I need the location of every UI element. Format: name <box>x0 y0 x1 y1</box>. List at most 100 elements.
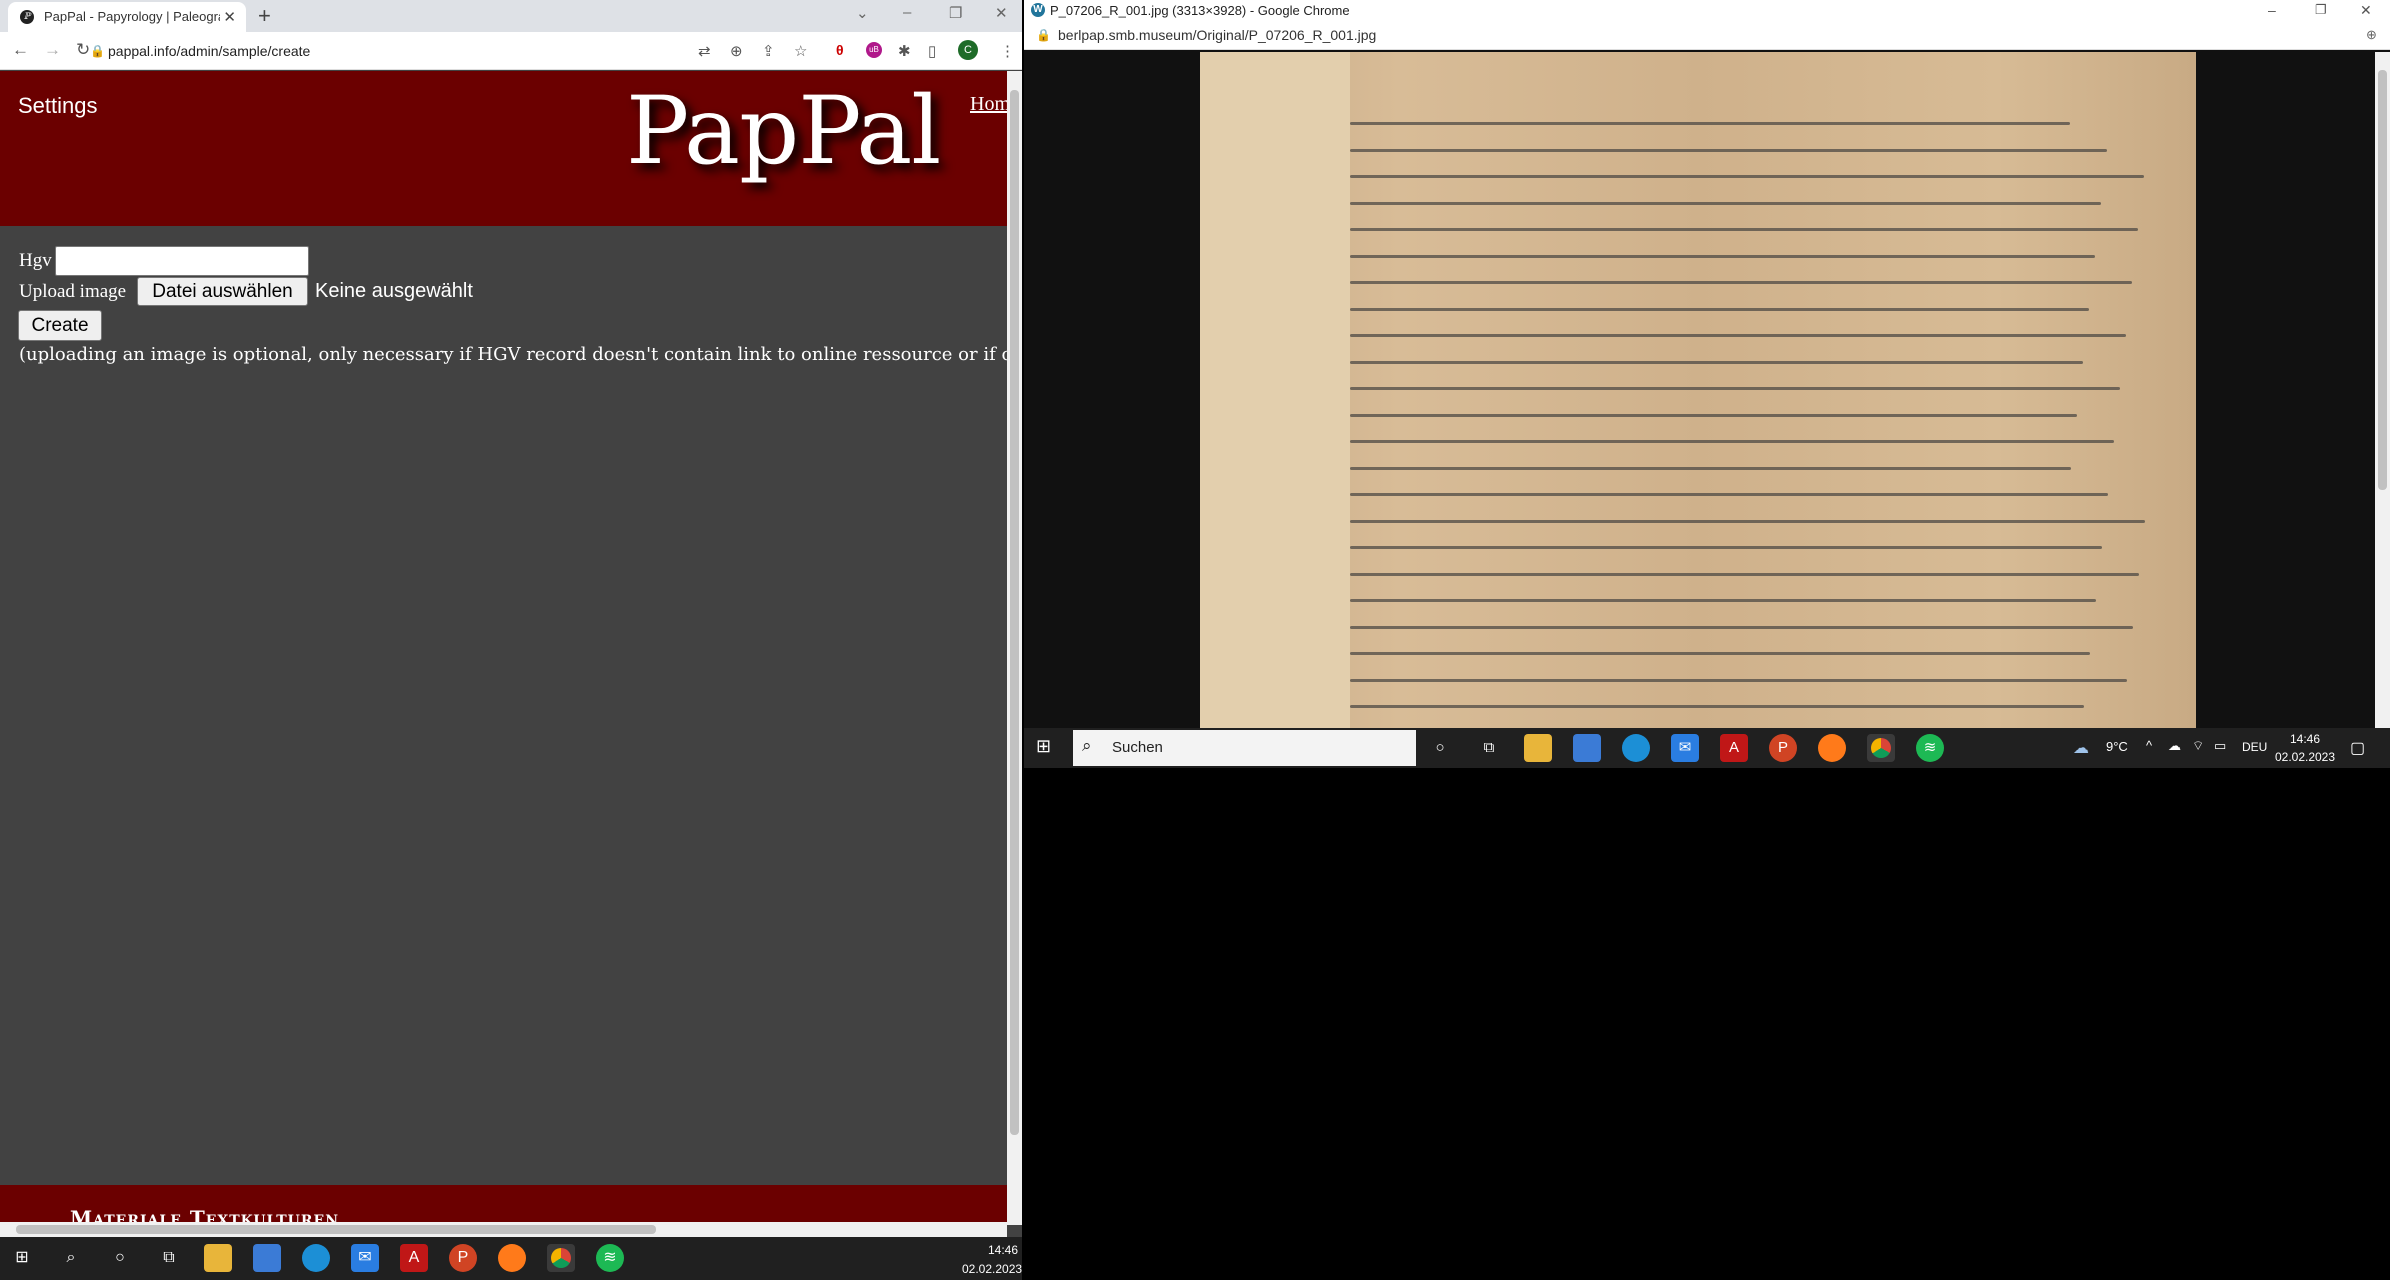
right-explorer-icon[interactable] <box>1524 734 1552 762</box>
papyrus-left-margin <box>1200 52 1350 728</box>
upload-image-label: Upload image <box>19 281 127 302</box>
right-firefox-icon[interactable] <box>1818 734 1846 762</box>
right-lock-icon: 🔒 <box>1036 28 1051 42</box>
menu-icon[interactable]: ⋮ <box>1000 42 1015 60</box>
script-line <box>1350 519 2145 523</box>
script-line <box>1350 705 2084 708</box>
right-url[interactable]: berlpap.smb.museum/Original/P_07206_R_00… <box>1058 27 1376 43</box>
search-icon[interactable]: ⌕ <box>57 1244 85 1272</box>
hgv-input[interactable] <box>55 246 309 276</box>
browser-tab[interactable]: ℙ PapPal - Papyrology | Paleograph ✕ <box>8 2 246 32</box>
script-line <box>1350 254 2095 258</box>
clock-date[interactable]: 02.02.2023 <box>962 1262 1022 1276</box>
create-button[interactable]: Create <box>18 310 102 341</box>
tab-title: PapPal - Papyrology | Paleograph <box>44 9 220 24</box>
minimize-icon[interactable]: – <box>903 4 911 21</box>
script-line <box>1350 281 2132 284</box>
file-status: Keine ausgewählt <box>315 280 473 302</box>
script-line <box>1350 599 2096 602</box>
horizontal-scroll-thumb[interactable] <box>16 1225 656 1234</box>
profile-avatar[interactable]: C <box>958 40 978 60</box>
right-edge-icon[interactable] <box>1622 734 1650 762</box>
right-minimize-icon[interactable]: – <box>2268 2 2276 18</box>
script-line <box>1350 440 2114 443</box>
share-icon[interactable]: ⇪ <box>762 42 775 60</box>
cortana-icon[interactable]: ○ <box>106 1244 134 1272</box>
powerpoint-icon[interactable]: P <box>449 1244 477 1272</box>
papyrus-image[interactable] <box>1200 52 2196 728</box>
translate-icon[interactable]: ⇄ <box>698 42 711 60</box>
tab-search-icon[interactable]: ⌄ <box>856 4 869 22</box>
chrome-icon[interactable] <box>547 1244 575 1272</box>
forward-icon[interactable]: → <box>44 40 61 60</box>
reload-icon[interactable]: ↻ <box>76 40 90 60</box>
right-restore-icon[interactable]: ❐ <box>2315 2 2327 18</box>
tray-battery-icon[interactable]: ▭ <box>2214 738 2226 754</box>
star-icon[interactable]: ☆ <box>794 42 807 60</box>
script-line <box>1350 201 2101 205</box>
tab-close-icon[interactable]: ✕ <box>223 8 236 26</box>
extension-red-icon[interactable]: θ <box>836 42 850 58</box>
address-bar[interactable]: pappal.info/admin/sample/create <box>108 43 310 59</box>
home-link[interactable]: Home <box>970 93 1007 116</box>
language-indicator[interactable]: DEU <box>2242 740 2267 754</box>
script-line <box>1350 466 2071 470</box>
script-line <box>1350 360 2083 364</box>
right-zoom-icon[interactable]: ⊕ <box>2366 27 2377 43</box>
ms-store-icon[interactable] <box>253 1244 281 1272</box>
script-line <box>1350 307 2089 311</box>
right-acrobat-icon[interactable]: A <box>1720 734 1748 762</box>
clock-time[interactable]: 14:46 <box>962 1243 1018 1257</box>
restore-icon[interactable]: ❐ <box>949 4 962 22</box>
sidepanel-icon[interactable]: ▯ <box>928 42 936 60</box>
right-spotify-icon[interactable]: ≋ <box>1916 734 1944 762</box>
script-line <box>1350 228 2138 231</box>
lock-icon: 🔒 <box>90 44 105 58</box>
right-cortana-icon[interactable]: ○ <box>1426 734 1454 762</box>
tray-onedrive-icon[interactable]: ☁ <box>2168 738 2181 754</box>
script-line <box>1350 175 2144 178</box>
mail-icon[interactable]: ✉ <box>351 1244 379 1272</box>
right-store-icon[interactable] <box>1573 734 1601 762</box>
close-window-icon[interactable]: ✕ <box>995 4 1008 22</box>
page-content: Settings PapPal Home Hgv Upload image Da… <box>0 71 1007 1225</box>
script-line <box>1350 334 2126 337</box>
notification-icon[interactable]: ▢ <box>2350 738 2365 758</box>
script-line <box>1350 148 2107 152</box>
right-close-icon[interactable]: ✕ <box>2360 2 2372 19</box>
right-task-view-icon[interactable]: ⧉ <box>1475 734 1503 762</box>
right-clock-time[interactable]: 14:46 <box>2270 732 2340 746</box>
tray-wifi-icon[interactable]: ⌔ <box>2192 738 2204 754</box>
hgv-label: Hgv <box>19 250 52 271</box>
spotify-icon[interactable]: ≋ <box>596 1244 624 1272</box>
right-start-icon[interactable]: ⊞ <box>1036 736 1051 757</box>
back-icon[interactable]: ← <box>12 40 29 60</box>
new-tab-icon[interactable]: + <box>258 3 271 29</box>
file-explorer-icon[interactable] <box>204 1244 232 1272</box>
acrobat-icon[interactable]: A <box>400 1244 428 1272</box>
tray-chevron-icon[interactable]: ^ <box>2146 738 2152 753</box>
edge-icon[interactable] <box>302 1244 330 1272</box>
windows-start-icon[interactable]: ⊞ <box>8 1244 36 1272</box>
right-clock-date[interactable]: 02.02.2023 <box>2270 750 2340 764</box>
script-line <box>1350 678 2127 682</box>
site-logo: PapPal <box>626 77 941 186</box>
script-line <box>1350 625 2133 629</box>
task-view-icon[interactable]: ⧉ <box>155 1244 183 1272</box>
wordpress-icon: W <box>1031 3 1045 17</box>
choose-file-button[interactable]: Datei auswählen <box>137 277 308 306</box>
ublock-icon[interactable]: uB <box>866 42 882 58</box>
vertical-scroll-thumb[interactable] <box>1010 90 1019 1135</box>
right-chrome-icon[interactable] <box>1867 734 1895 762</box>
script-line <box>1350 387 2120 390</box>
right-mail-icon[interactable]: ✉ <box>1671 734 1699 762</box>
upload-note: (uploading an image is optional, only ne… <box>19 344 1007 365</box>
puzzle-icon[interactable]: ✱ <box>898 42 911 60</box>
settings-link[interactable]: Settings <box>18 93 98 119</box>
script-line <box>1350 572 2139 576</box>
right-scroll-thumb[interactable] <box>2378 70 2387 490</box>
weather-temp[interactable]: 9°C <box>2106 739 2128 754</box>
firefox-icon[interactable] <box>498 1244 526 1272</box>
zoom-icon[interactable]: ⊕ <box>730 42 743 60</box>
right-powerpoint-icon[interactable]: P <box>1769 734 1797 762</box>
